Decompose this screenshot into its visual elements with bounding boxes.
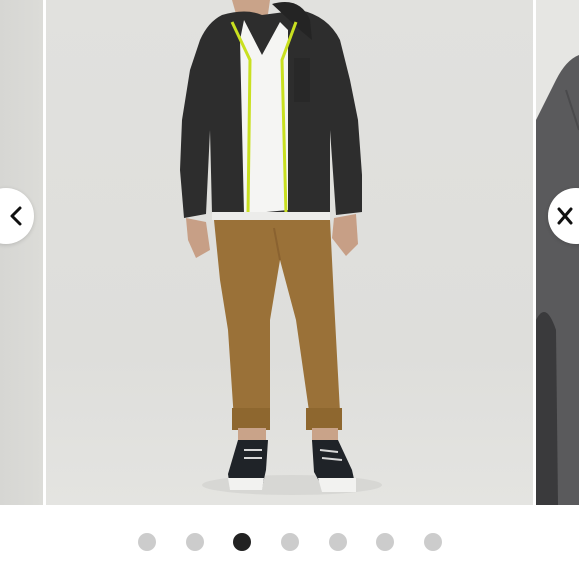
- carousel-pagination: [0, 530, 579, 554]
- pagination-dot-7[interactable]: [424, 533, 442, 551]
- product-image-carousel[interactable]: [0, 0, 579, 505]
- pagination-dot-6[interactable]: [376, 533, 394, 551]
- previous-slide-image[interactable]: [0, 0, 43, 505]
- pagination-dot-4[interactable]: [281, 533, 299, 551]
- current-slide-image[interactable]: [46, 0, 533, 505]
- pagination-dot-3-active[interactable]: [233, 533, 251, 551]
- next-slide-image[interactable]: [536, 0, 579, 505]
- pagination-dot-5[interactable]: [329, 533, 347, 551]
- pagination-dot-1[interactable]: [138, 533, 156, 551]
- chevron-left-icon: [10, 206, 22, 226]
- pagination-dot-2[interactable]: [186, 533, 204, 551]
- product-photo-man-in-hoodie: [180, 0, 382, 495]
- close-icon: [557, 207, 573, 225]
- product-photo-gray-jacket-closeup: [536, 55, 579, 505]
